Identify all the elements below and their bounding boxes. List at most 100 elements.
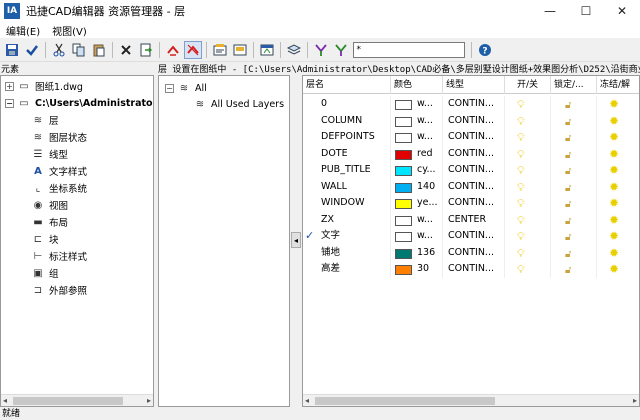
layer-freeze-cell[interactable]: ✹ xyxy=(597,261,639,278)
layer-linetype-cell[interactable]: CONTIN... xyxy=(443,228,505,245)
tree-item-layers[interactable]: ≋ 层 xyxy=(31,112,59,128)
sun-icon[interactable]: ✹ xyxy=(609,162,619,179)
layer-row[interactable]: ZX w... CENTER 💡︎ 🔓︎ ✹ xyxy=(303,211,639,229)
layer-name-cell[interactable]: ZX xyxy=(303,211,391,228)
tree-item-xrefs[interactable]: ⊐ 外部参照 xyxy=(31,282,87,298)
col-header-lock[interactable]: 锁定/... xyxy=(551,76,597,94)
layer-lock-cell[interactable]: 🔓︎ xyxy=(551,244,597,262)
props-icon[interactable] xyxy=(211,41,229,59)
unlock-icon[interactable]: 🔓︎ xyxy=(565,263,571,278)
lightbulb-icon[interactable]: 💡︎ xyxy=(517,147,525,163)
layer-color-cell[interactable]: red xyxy=(391,145,443,162)
paste-icon[interactable] xyxy=(90,41,108,59)
layer-color-cell[interactable]: 140 xyxy=(391,178,443,195)
unlock-icon[interactable]: 🔓︎ xyxy=(565,247,571,262)
layer-on-off-cell[interactable]: 💡︎ xyxy=(505,228,551,245)
tree-item-dim-styles[interactable]: ⊢ 标注样式 xyxy=(31,248,87,264)
layer-linetype-cell[interactable]: CONTIN... xyxy=(443,112,505,129)
check-icon[interactable] xyxy=(23,41,41,59)
layer-name-cell[interactable]: 0 xyxy=(303,96,391,113)
scroll-right-icon[interactable]: ▸ xyxy=(147,396,151,405)
layer-filter-input[interactable] xyxy=(353,41,465,58)
maximize-button[interactable]: ☐ xyxy=(568,0,604,22)
layer-row[interactable]: DOTE red CONTIN... 💡︎ 🔓︎ ✹ xyxy=(303,145,639,163)
layer-on-off-cell[interactable]: 💡︎ xyxy=(505,195,551,212)
layer-color-cell[interactable]: w... xyxy=(391,112,443,129)
layer-name-cell[interactable]: DOTE xyxy=(303,145,391,162)
unlock-icon[interactable]: 🔓︎ xyxy=(565,181,571,196)
layer-color-cell[interactable]: cy... xyxy=(391,162,443,179)
layer-name-cell[interactable]: ✓ 文字 xyxy=(303,228,391,245)
filter-all-used-layers[interactable]: ≋ All Used Layers xyxy=(193,96,284,112)
tree-item-blocks[interactable]: ⊏ 块 xyxy=(31,231,59,247)
sun-icon[interactable]: ✹ xyxy=(609,113,619,130)
tree-item-groups[interactable]: ▣ 组 xyxy=(31,265,58,281)
unlock-icon[interactable]: 🔓︎ xyxy=(565,230,571,245)
layer-row[interactable]: ✓ 文字 w... CONTIN... 💡︎ 🔓︎ ✹ xyxy=(303,228,639,245)
layer-name-cell[interactable]: 高差 xyxy=(303,261,391,278)
layer-row[interactable]: WINDOW ye... CONTIN... 💡︎ 🔓︎ ✹ xyxy=(303,195,639,212)
layer-lock-cell[interactable]: 🔓︎ xyxy=(551,96,597,113)
panel-collapse-button[interactable]: ◂ xyxy=(291,232,301,248)
layer-lock-cell[interactable]: 🔓︎ xyxy=(551,145,597,162)
refresh-red-icon[interactable] xyxy=(184,40,202,59)
sun-icon[interactable]: ✹ xyxy=(609,129,619,146)
layer-freeze-cell[interactable]: ✹ xyxy=(597,96,639,113)
layer-row[interactable]: COLUMN w... CONTIN... 💡︎ 🔓︎ ✹ xyxy=(303,112,639,130)
save-icon[interactable] xyxy=(3,41,21,59)
scroll-thumb[interactable] xyxy=(315,397,495,405)
lightbulb-icon[interactable]: 💡︎ xyxy=(517,196,525,212)
view-icon[interactable] xyxy=(258,41,276,59)
filter-icon[interactable] xyxy=(312,41,330,59)
collapse-icon[interactable]: − xyxy=(5,98,14,108)
lightbulb-icon[interactable]: 💡︎ xyxy=(517,229,525,245)
layer-color-cell[interactable]: ye... xyxy=(391,195,443,212)
layers-icon[interactable] xyxy=(285,41,303,59)
layer-row[interactable]: 高差 30 CONTIN... 💡︎ 🔓︎ ✹ xyxy=(303,261,639,278)
layer-name-cell[interactable]: COLUMN xyxy=(303,112,391,129)
layer-color-cell[interactable]: w... xyxy=(391,129,443,146)
unlock-icon[interactable]: 🔓︎ xyxy=(565,131,571,146)
layer-color-cell[interactable]: w... xyxy=(391,228,443,245)
tree-item-ucs[interactable]: ⌞ 坐标系统 xyxy=(31,180,87,196)
layer-row[interactable]: 铺地 136 CONTIN... 💡︎ 🔓︎ ✹ xyxy=(303,244,639,262)
sun-icon[interactable]: ✹ xyxy=(609,245,619,262)
tree-item-text-styles[interactable]: A 文字样式 xyxy=(31,163,87,179)
layer-name-cell[interactable]: WINDOW xyxy=(303,195,391,212)
sun-icon[interactable]: ✹ xyxy=(609,195,619,212)
layer-freeze-cell[interactable]: ✹ xyxy=(597,245,639,262)
layer-freeze-cell[interactable]: ✹ xyxy=(597,195,639,212)
col-header-on-off[interactable]: 开/关 xyxy=(505,76,551,94)
copy-icon[interactable] xyxy=(70,41,88,59)
sun-icon[interactable]: ✹ xyxy=(609,261,619,278)
layer-on-off-cell[interactable]: 💡︎ xyxy=(505,162,551,179)
layer-row[interactable]: PUB_TITLE cy... CONTIN... 💡︎ 🔓︎ ✹ xyxy=(303,162,639,179)
layer-color-cell[interactable]: w... xyxy=(391,211,443,228)
layer-on-off-cell[interactable]: 💡︎ xyxy=(505,244,551,261)
tree-item-layer-states[interactable]: ≋ 图层状态 xyxy=(31,129,87,145)
layer-freeze-cell[interactable]: ✹ xyxy=(597,228,639,245)
minimize-button[interactable]: — xyxy=(532,0,568,22)
sun-icon[interactable]: ✹ xyxy=(609,179,619,196)
layer-lock-cell[interactable]: 🔓︎ xyxy=(551,228,597,245)
layer-lock-cell[interactable]: 🔓︎ xyxy=(551,261,597,278)
layer-name-cell[interactable]: PUB_TITLE xyxy=(303,162,391,179)
filter2-icon[interactable] xyxy=(332,41,350,59)
lightbulb-icon[interactable]: 💡︎ xyxy=(517,262,525,278)
layer-row[interactable]: WALL 140 CONTIN... 💡︎ 🔓︎ ✹ xyxy=(303,178,639,196)
layer-on-off-cell[interactable]: 💡︎ xyxy=(505,211,551,228)
sun-icon[interactable]: ✹ xyxy=(609,212,619,229)
layer-freeze-cell[interactable]: ✹ xyxy=(597,146,639,163)
layer-lock-cell[interactable]: 🔓︎ xyxy=(551,112,597,129)
unlock-icon[interactable]: 🔓︎ xyxy=(565,164,571,179)
tree-item-layouts[interactable]: ▬ 布局 xyxy=(31,214,68,230)
layer-freeze-cell[interactable]: ✹ xyxy=(597,113,639,130)
lightbulb-icon[interactable]: 💡︎ xyxy=(517,114,525,130)
layer-color-cell[interactable]: w... xyxy=(391,96,443,113)
layer-row[interactable]: 0 w... CONTIN... 💡︎ 🔓︎ ✹ xyxy=(303,96,639,113)
lightbulb-icon[interactable]: 💡︎ xyxy=(517,130,525,146)
sun-icon[interactable]: ✹ xyxy=(609,146,619,163)
layer-lock-cell[interactable]: 🔓︎ xyxy=(551,129,597,146)
layer-linetype-cell[interactable]: CONTIN... xyxy=(443,162,505,179)
scroll-left-icon[interactable]: ◂ xyxy=(305,396,309,405)
